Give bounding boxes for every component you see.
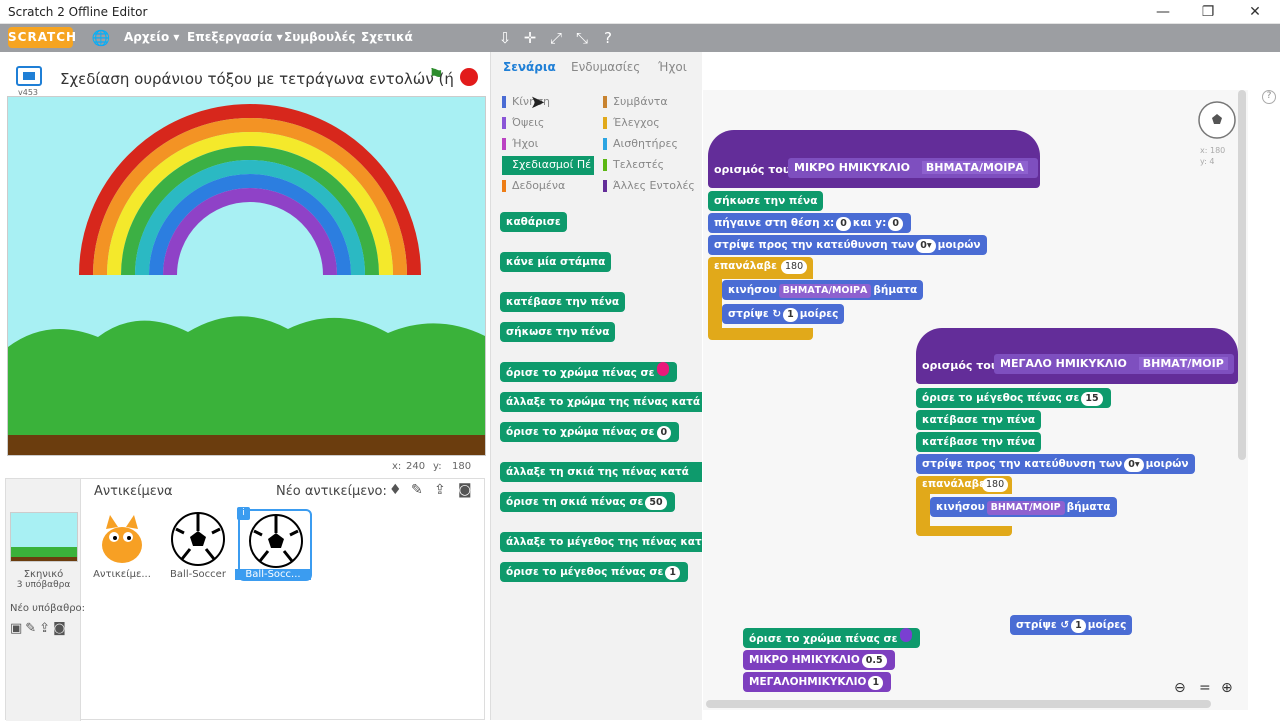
sprite-ball-2-name: Ball-Socc...: [235, 569, 311, 580]
paint-sprite-icon[interactable]: ✎: [411, 482, 423, 498]
help-tip-icon[interactable]: ?: [1262, 90, 1276, 104]
block-turn-left[interactable]: στρίψε ↺ 1 μοίρες: [1010, 615, 1133, 635]
block-turn-right[interactable]: στρίψε ↻ 1 μοίρες: [722, 304, 845, 324]
block-call-big-semicircle[interactable]: ΜΕΓΑΛΟΗΜΙΚΥΚΛΙΟ 1: [743, 672, 892, 692]
block-change-pen-color[interactable]: άλλαξε το χρώμα της πένας κατά: [500, 392, 702, 412]
block-clear[interactable]: καθάρισε: [500, 212, 567, 232]
project-title[interactable]: Σχεδίαση ουράνιου τόξου με τετράγωνα εντ…: [60, 70, 454, 88]
block-change-pen-shade[interactable]: άλλαξε τη σκιά της πένας κατά: [500, 462, 702, 482]
soccer-ball-icon: [249, 514, 303, 568]
stage-label: Σκηνικό: [23, 569, 64, 580]
block-change-pen-size[interactable]: άλλαξε το μέγεθος της πένας κατά: [500, 532, 709, 552]
block-pen-up[interactable]: σήκωσε την πένα: [500, 322, 616, 342]
color-swatch[interactable]: [899, 628, 912, 642]
fullscreen-icon[interactable]: [16, 66, 42, 86]
sprite-x-info: x: 180: [1200, 146, 1226, 155]
tab-scripts[interactable]: Σενάρια: [503, 60, 556, 74]
category-pen-selected[interactable]: Σχεδιασμοί Πέ: [502, 156, 594, 175]
category-sound[interactable]: Ήχοι: [512, 137, 538, 150]
sprite-y-info: y: 4: [1200, 157, 1215, 166]
block-pen-down[interactable]: κατέβασε την πένα: [916, 432, 1042, 452]
rainbow-scene: [8, 97, 485, 455]
block-move[interactable]: κινήσου ΒΗΜΑΤ/ΜΟΙΡ βήματα: [930, 497, 1117, 517]
tab-costumes[interactable]: Ενδυμασίες: [571, 60, 640, 74]
block-set-pen-color[interactable]: όρισε το χρώμα πένας σε: [500, 362, 677, 382]
block-pen-down[interactable]: κατέβασε την πένα: [916, 410, 1042, 430]
new-sprite-label: Νέο αντικείμενο:: [276, 484, 387, 499]
block-set-pen-color[interactable]: όρισε το χρώμα πένας σε: [743, 628, 920, 648]
block-pen-up[interactable]: σήκωσε την πένα: [708, 191, 824, 211]
sprite-cat-name: Αντικείμε...: [93, 569, 151, 580]
block-move[interactable]: κινήσου ΒΗΜΑΤΑ/ΜΟΙΡΑ βήματα: [722, 280, 924, 300]
sprite-ball-1-name: Ball-Soccer: [170, 569, 226, 580]
sprites-header: Αντικείμενα: [94, 484, 173, 499]
category-more-blocks[interactable]: Άλλες Εντολές: [613, 179, 695, 192]
block-set-pen-color-num[interactable]: όρισε το χρώμα πένας σε 0: [500, 422, 680, 442]
backdrop-count: 3 υπόβαθρα: [16, 580, 71, 590]
close-button[interactable]: ✕: [1240, 2, 1270, 22]
block-pen-down[interactable]: κατέβασε την πένα: [500, 292, 626, 312]
maximize-button[interactable]: ❐: [1193, 2, 1223, 22]
stage-canvas[interactable]: [7, 96, 486, 456]
block-palette: [490, 52, 702, 720]
define-hat-big-semicircle[interactable]: ορισμός του ΜΕΓΑΛΟ ΗΜΙΚΥΚΛΙΟ ΒΗΜΑΤ/ΜΟΙΡ: [916, 328, 1238, 384]
block-goto-xy[interactable]: πήγαινε στη θέση x: 0 και y: 0: [708, 213, 911, 233]
minimize-button[interactable]: —: [1148, 2, 1178, 22]
block-point-direction[interactable]: στρίψε προς την κατεύθυνση των 0▾ μοιρών: [708, 235, 987, 255]
block-set-pen-size[interactable]: όρισε το μέγεθος πένας σε 1: [500, 562, 688, 582]
color-swatch[interactable]: [656, 362, 669, 376]
camera-sprite-icon[interactable]: ◙: [458, 482, 472, 498]
duplicate-icon[interactable]: ⇩: [495, 28, 515, 48]
grow-icon[interactable]: ⤢: [546, 28, 566, 48]
scripts-scrollbar-v[interactable]: [1238, 90, 1246, 460]
shrink-icon[interactable]: ⤡: [572, 28, 592, 48]
menu-about[interactable]: Σχετικά: [361, 30, 413, 44]
category-pen-label: Σχεδιασμοί Πέ: [512, 158, 592, 171]
window-title: Scratch 2 Offline Editor: [8, 5, 148, 19]
new-backdrop-label: Νέο υπόβαθρο:: [10, 603, 86, 614]
backdrop-tools-icon[interactable]: ▣✎⇪◙: [10, 621, 69, 636]
category-events[interactable]: Συμβάντα: [613, 95, 668, 108]
sprite-pane: Αντικείμενα Νέο αντικείμενο: ♦ ✎ ⇪ ◙ Σκη…: [5, 478, 485, 721]
stop-icon[interactable]: [460, 68, 478, 86]
category-looks[interactable]: Όψεις: [512, 116, 544, 129]
mouse-cursor-icon: ➤: [530, 92, 546, 113]
globe-icon[interactable]: 🌐: [91, 28, 111, 48]
zoom-in-icon[interactable]: ⊕: [1221, 680, 1233, 696]
category-operators[interactable]: Τελεστές: [613, 158, 664, 171]
menu-file[interactable]: Αρχείο ▾: [124, 30, 179, 44]
scripts-scrollbar-h[interactable]: [706, 700, 1211, 708]
mouse-y-label: y:: [433, 461, 442, 472]
title-bar: Scratch 2 Offline Editor — ❐ ✕: [0, 0, 1280, 24]
help-icon[interactable]: ?: [598, 28, 618, 48]
block-set-pen-shade[interactable]: όρισε τη σκιά πένας σε 50: [500, 492, 675, 512]
current-sprite-ball-icon: [1198, 101, 1236, 139]
zoom-reset-icon[interactable]: =: [1199, 680, 1211, 696]
block-set-pen-size[interactable]: όρισε το μέγεθος πένας σε 15: [916, 388, 1111, 408]
info-icon[interactable]: i: [237, 507, 250, 520]
upload-sprite-icon[interactable]: ⇪: [434, 482, 446, 498]
soccer-ball-icon: [171, 512, 225, 566]
category-data[interactable]: Δεδομένα: [512, 179, 565, 192]
cut-icon[interactable]: ✛: [520, 28, 540, 48]
zoom-out-icon[interactable]: ⊖: [1174, 680, 1186, 696]
menu-edit[interactable]: Επεξεργασία ▾: [187, 30, 283, 44]
block-call-small-semicircle[interactable]: ΜΙΚΡΟ ΗΜΙΚΥΚΛΙΟ 0.5: [743, 650, 895, 670]
block-point-direction[interactable]: στρίψε προς την κατεύθυνση των 0▾ μοιρών: [916, 454, 1195, 474]
category-control[interactable]: Έλεγχος: [613, 116, 660, 129]
mouse-x-value: 240: [406, 461, 426, 472]
category-sensing[interactable]: Αισθητήρες: [613, 137, 678, 150]
stage-thumbnail[interactable]: [10, 512, 78, 562]
mouse-y-value: 180: [452, 461, 472, 472]
menu-tips[interactable]: Συμβουλές: [284, 30, 355, 44]
sprite-library-icon[interactable]: ♦: [389, 482, 402, 498]
define-hat-small-semicircle[interactable]: ορισμός του ΜΙΚΡΟ ΗΜΙΚΥΚΛΙΟ ΒΗΜΑΤΑ/ΜΟΙΡΑ: [708, 130, 1040, 188]
menu-bar: SCRATCH 🌐 Αρχείο ▾ Επεξεργασία ▾ Συμβουλ…: [0, 24, 1280, 52]
tab-sounds[interactable]: Ήχοι: [658, 60, 687, 74]
mouse-x-label: x:: [392, 461, 402, 472]
scratch-logo[interactable]: SCRATCH: [8, 27, 76, 48]
block-stamp[interactable]: κάνε μία στάμπα: [500, 252, 612, 272]
cat-icon: [102, 515, 142, 563]
